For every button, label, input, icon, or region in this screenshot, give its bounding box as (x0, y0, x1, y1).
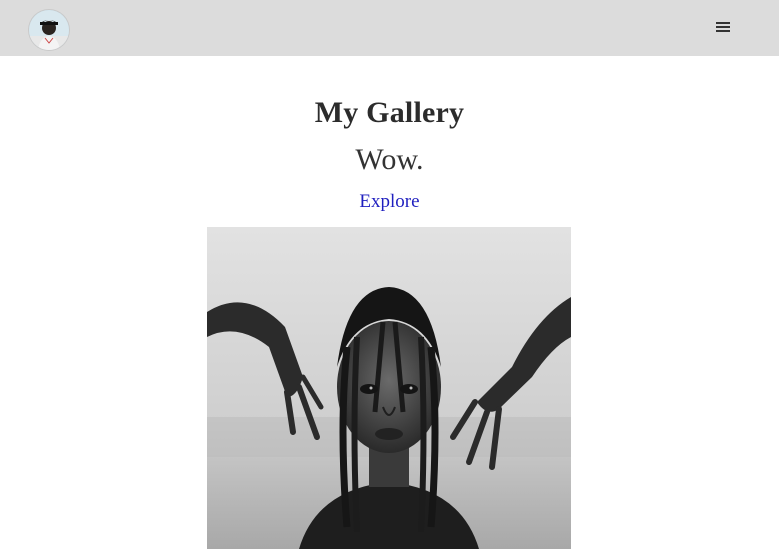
avatar-image (29, 10, 69, 50)
featured-portrait-image (207, 227, 571, 549)
explore-link[interactable]: Explore (359, 191, 419, 212)
portrait-photo (207, 227, 571, 549)
explore-link-wrapper: Explore (0, 191, 779, 213)
page-title: My Gallery (314, 96, 465, 129)
top-navbar (0, 0, 779, 56)
hamburger-menu-icon (716, 22, 730, 32)
hamburger-menu-button[interactable] (712, 16, 734, 38)
page-subtitle: Wow. (355, 143, 424, 176)
profile-avatar[interactable] (29, 10, 69, 50)
